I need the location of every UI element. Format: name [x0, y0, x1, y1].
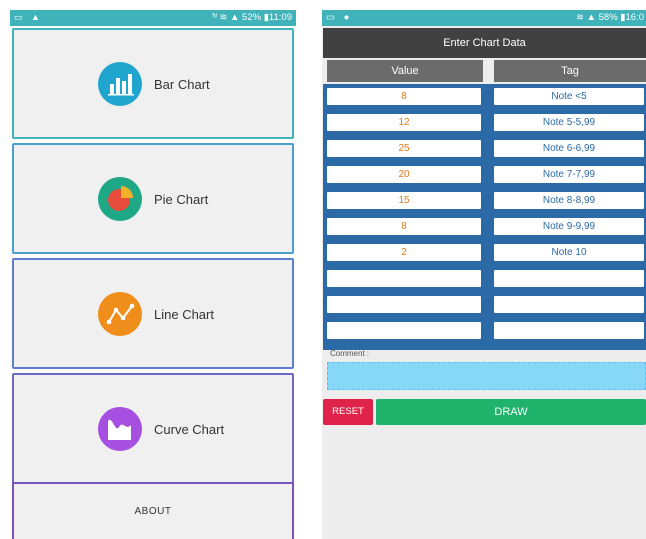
tag-input[interactable]: Note 10 [492, 242, 646, 263]
about-label: ABOUT [134, 506, 172, 517]
tag-input[interactable]: Note 7-7,99 [492, 164, 646, 185]
value-input[interactable] [325, 294, 483, 315]
about-button[interactable]: ABOUT [12, 482, 294, 539]
value-input[interactable]: 20 [325, 164, 483, 185]
tag-column-header: Tag [494, 60, 646, 82]
menu-item-label: Bar Chart [154, 77, 210, 92]
value-input[interactable] [325, 268, 483, 289]
page-title: Enter Chart Data [323, 28, 646, 58]
value-input[interactable]: 15 [325, 190, 483, 211]
value-input[interactable] [325, 320, 483, 341]
tag-input[interactable]: Note 8-8,99 [492, 190, 646, 211]
value-input[interactable]: 8 [325, 86, 483, 107]
tag-input[interactable] [492, 268, 646, 289]
value-input[interactable]: 8 [325, 216, 483, 237]
data-table: 8 Note <5 12 Note 5-5,99 25 Note 6-6,99 20 Note… [323, 84, 646, 350]
status-bar: ▭ ● ≋ ▲ 58% ▮16:0 [322, 10, 646, 26]
value-input[interactable]: 2 [325, 242, 483, 263]
chart-menu-screen: ▭ ▲ ᴺ ≋ ▲ 52% ▮11:09 Bar Chart Pie Chart L… [10, 10, 296, 539]
menu-item-bar-chart[interactable]: Bar Chart [12, 28, 294, 139]
tag-input[interactable]: Note 5-5,99 [492, 112, 646, 133]
menu-item-label: Pie Chart [154, 192, 209, 207]
draw-button[interactable]: DRAW [376, 399, 646, 425]
pie-chart-icon [98, 177, 142, 221]
menu-item-pie-chart[interactable]: Pie Chart [12, 143, 294, 254]
status-info: ᴺ ≋ ▲ 52% ▮11:09 [212, 12, 292, 23]
menu-item-line-chart[interactable]: Line Chart [12, 258, 294, 369]
menu-item-curve-chart[interactable]: Curve Chart [12, 373, 294, 484]
reset-button[interactable]: RESET [323, 399, 373, 425]
line-chart-icon [98, 292, 142, 336]
status-icons: ▭ ▲ [14, 12, 43, 22]
value-input[interactable]: 25 [325, 138, 483, 159]
bar-chart-icon [98, 62, 142, 106]
value-column-header: Value [327, 60, 483, 82]
tag-input[interactable] [492, 294, 646, 315]
comment-label: Comment : [330, 349, 370, 358]
tag-input[interactable]: Note <5 [492, 86, 646, 107]
curve-chart-icon [98, 407, 142, 451]
status-info: ≋ ▲ 58% ▮16:0 [575, 12, 644, 23]
tag-input[interactable] [492, 320, 646, 341]
menu-item-label: Curve Chart [154, 422, 225, 437]
status-bar: ▭ ▲ ᴺ ≋ ▲ 52% ▮11:09 [10, 10, 296, 26]
value-input[interactable]: 12 [325, 112, 483, 133]
status-icons: ▭ ● [326, 12, 353, 23]
tag-input[interactable]: Note 9-9,99 [492, 216, 646, 237]
menu-item-label: Line Chart [154, 307, 214, 322]
tag-input[interactable]: Note 6-6,99 [492, 138, 646, 159]
comment-field[interactable] [327, 362, 646, 390]
data-entry-screen: ▭ ● ≋ ▲ 58% ▮16:0 Enter Chart Data Value… [322, 10, 646, 539]
